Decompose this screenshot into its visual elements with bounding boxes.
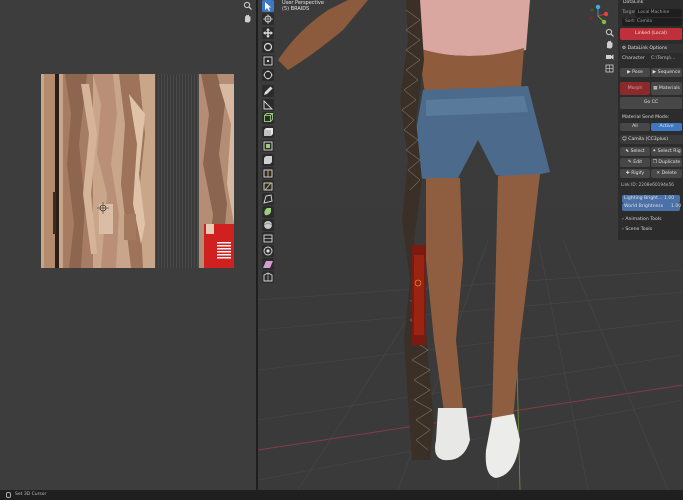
select-button[interactable]: ⬉ Select [620,147,650,156]
camera-view-icon[interactable] [605,52,614,61]
linked-local-label: Linked (Local) [635,31,667,36]
morph-label: Morph [627,86,643,91]
uv-texture-image [41,74,234,268]
select-rig-label: Select Rig [657,149,681,154]
rigify-button[interactable]: ✚ Rigify [620,169,650,178]
linked-local-button[interactable]: Linked (Local) [620,28,682,40]
object-row[interactable]: ☺ Camila (CC3plus) [620,135,683,144]
select-label: Select [630,149,645,154]
go-cc-label: Go CC [643,100,659,105]
shear-tool-icon[interactable] [262,258,274,270]
scale-tool-icon[interactable] [262,55,274,67]
status-hint: Set 3D Cursor [15,492,47,497]
link-id-text: Link ID: 2208e60194e56 [621,183,674,188]
viewport-zoom-icon[interactable] [605,28,614,37]
sequence-button[interactable]: ▶ Sequence [651,68,682,77]
cursor-tool-icon[interactable] [262,13,274,25]
morph-button[interactable]: Morph [620,82,650,95]
datalink-sidebar-panel: DataLink Target Local Machine Sort: Cami… [618,0,683,240]
target-dropdown[interactable]: Local Machine [635,9,682,17]
character-label: Character [622,56,645,61]
duplicate-label: Duplicate [658,160,681,165]
material-send-mode-label: Material Send Mode: [622,115,670,120]
mode-all-button[interactable]: All [620,123,650,131]
uv-pan-icon[interactable] [243,14,252,23]
annotate-tool-icon[interactable] [262,85,274,97]
add-cube-tool-icon[interactable] [262,112,274,124]
uv-zoom-icon[interactable] [243,1,252,10]
loop-cut-tool-icon[interactable] [262,167,274,179]
mode-active-label: Active [659,124,674,129]
sequence-label: Sequence [657,70,681,75]
rigify-label: Rigify [631,171,645,176]
edit-label: Edit [633,160,643,165]
mouse-icon [6,492,11,498]
sort-search-field[interactable]: Sort: Camila [622,18,682,26]
measure-tool-icon[interactable] [262,99,274,111]
datalink-options-toggle[interactable]: ⚙ DataLink Options [620,44,683,53]
smooth-tool-icon[interactable] [262,219,274,231]
world-brightness-label: World Brightness [624,204,664,209]
extrude-tool-icon[interactable] [262,126,274,138]
edge-slide-tool-icon[interactable] [262,232,274,244]
active-object-label: (5) BRAIDS [282,6,310,12]
datalink-options-label: DataLink Options [627,46,668,51]
shrink-fatten-tool-icon[interactable] [262,245,274,257]
ortho-toggle-icon[interactable] [605,64,614,73]
materials-button[interactable]: ▦ Materials [651,82,682,95]
panel-header[interactable]: DataLink [623,0,643,5]
delete-button[interactable]: ✕ Delete [651,169,682,178]
inset-tool-icon[interactable] [262,140,274,152]
object-row-label: Camila (CC3plus) [628,137,668,142]
status-bar: Set 3D Cursor [0,490,683,500]
viewport-pan-icon[interactable] [605,40,614,49]
uv-image-editor[interactable] [0,0,256,490]
delete-label: Delete [661,171,677,176]
select-rig-button[interactable]: ✦ Select Rig [651,147,682,156]
lighting-brightness-value: 1.00 [664,196,675,201]
scene-tools-toggle[interactable]: › Scene Tools [622,227,652,232]
animation-tools-toggle[interactable]: › Animation Tools [622,217,662,222]
navigation-gizmo[interactable] [584,4,612,28]
pose-button[interactable]: ▶ Pose [620,68,650,77]
animation-tools-label: Animation Tools [625,217,662,222]
character-path: C:\Temp\... [651,56,676,61]
world-brightness-value: 1.00 [671,204,682,209]
poly-build-tool-icon[interactable] [262,193,274,205]
knife-tool-icon[interactable] [262,180,274,192]
rip-region-tool-icon[interactable] [262,271,274,283]
mode-all-label: All [632,124,638,129]
scene-tools-label: Scene Tools [625,227,653,232]
move-tool-icon[interactable] [262,27,274,39]
mode-active-button[interactable]: Active [651,123,682,131]
pose-label: Pose [632,70,643,75]
select-box-tool-icon[interactable] [262,0,274,12]
rotate-tool-icon[interactable] [262,41,274,53]
duplicate-button[interactable]: ❐ Duplicate [651,158,682,167]
lighting-brightness-label: Lighting Bright... [624,196,663,201]
edit-button[interactable]: ✎ Edit [620,158,650,167]
go-cc-button[interactable]: Go CC [620,97,682,109]
materials-label: Materials [658,86,680,91]
transform-tool-icon[interactable] [262,69,274,81]
spin-tool-icon[interactable] [262,206,274,218]
bevel-tool-icon[interactable] [262,154,274,166]
